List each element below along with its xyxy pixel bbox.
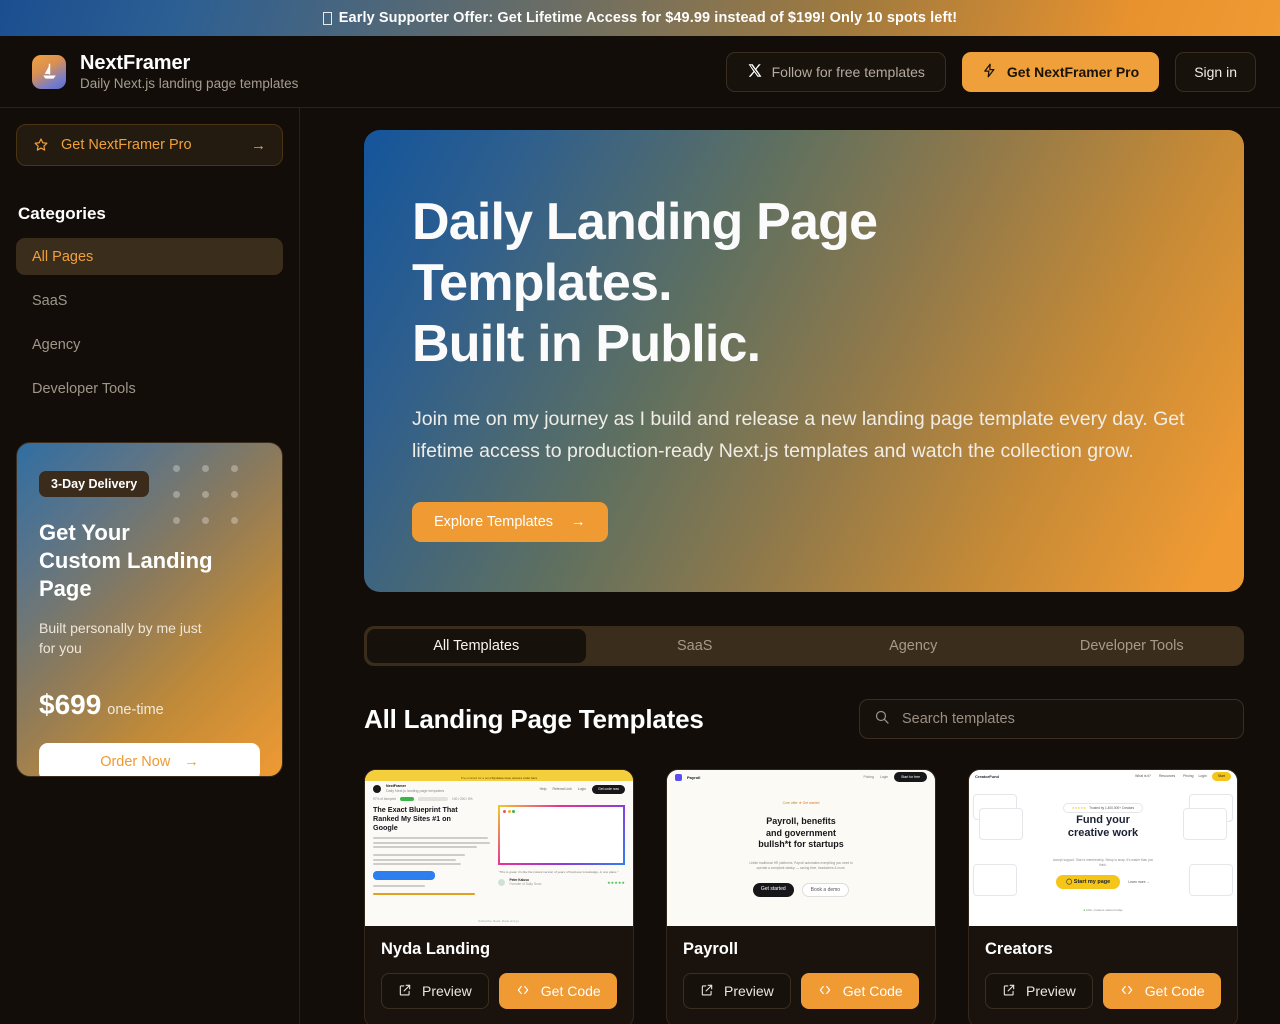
tab-all-templates[interactable]: All Templates bbox=[367, 629, 586, 663]
preview-button[interactable]: Preview bbox=[985, 973, 1093, 1009]
promo-description: Built personally by me just for you bbox=[39, 620, 202, 657]
promo-card: 3-Day Delivery Get Your Custom Landing P… bbox=[16, 442, 283, 777]
template-thumbnail: CreatorFund What is it? Resources Pricing … bbox=[969, 770, 1237, 926]
sidebar: Get NextFramer Pro → Categories All Page… bbox=[0, 108, 300, 1024]
tab-saas[interactable]: SaaS bbox=[586, 629, 805, 663]
hero-title: Daily Landing Page Templates. Built in P… bbox=[412, 192, 1196, 374]
missing-glyph-box-icon bbox=[322, 11, 332, 25]
order-now-button[interactable]: Order Now → bbox=[39, 742, 260, 776]
get-code-button[interactable]: Get Code bbox=[800, 973, 919, 1009]
section-header: All Landing Page Templates bbox=[364, 699, 1244, 739]
hero-title-line-2: Templates. bbox=[412, 253, 673, 312]
explore-templates-label: Explore Templates bbox=[434, 513, 554, 530]
sailboat-icon bbox=[32, 54, 66, 89]
code-brackets-icon bbox=[817, 983, 833, 1000]
code-brackets-icon bbox=[1119, 983, 1135, 1000]
get-code-label: Get Code bbox=[1144, 983, 1205, 999]
page-title: All Landing Page Templates bbox=[364, 703, 704, 734]
arrow-right-icon: → bbox=[251, 136, 266, 154]
brand-subtitle: Daily Next.js landing page templates bbox=[80, 76, 299, 91]
follow-button[interactable]: Follow for free templates bbox=[725, 51, 946, 92]
promo-price-note: one-time bbox=[107, 701, 164, 718]
sidebar-get-pro-button[interactable]: Get NextFramer Pro → bbox=[16, 124, 283, 166]
external-link-icon bbox=[1002, 983, 1016, 1000]
template-card[interactable]: Payroll Pricing Login Start for free Core… bbox=[666, 769, 936, 1024]
preview-label: Preview bbox=[422, 983, 472, 999]
sign-in-label: Sign in bbox=[1194, 63, 1237, 80]
hero-description: Join me on my journey as I build and rel… bbox=[412, 408, 1185, 463]
tab-label: Developer Tools bbox=[1079, 638, 1184, 654]
get-pro-button[interactable]: Get NextFramer Pro bbox=[961, 51, 1160, 92]
template-card-title: Creators bbox=[985, 940, 1053, 958]
promo-price: $699 bbox=[39, 688, 102, 720]
sidebar-item-all-pages[interactable]: All Pages bbox=[16, 238, 283, 275]
arrow-right-icon: → bbox=[184, 753, 199, 770]
template-card-title: Nyda Landing bbox=[381, 940, 491, 958]
tab-label: SaaS bbox=[677, 638, 713, 654]
promo-heading: Get Your Custom Landing Page bbox=[39, 520, 213, 602]
template-card-actions: Preview Get Code bbox=[985, 973, 1221, 1009]
sidebar-get-pro-label: Get NextFramer Pro bbox=[61, 137, 192, 153]
sidebar-item-developer-tools[interactable]: Developer Tools bbox=[16, 370, 283, 407]
template-card[interactable]: CreatorFund What is it? Resources Pricing … bbox=[968, 769, 1238, 1024]
promo-badge: 3-Day Delivery bbox=[39, 471, 150, 497]
tab-developer-tools[interactable]: Developer Tools bbox=[1023, 629, 1242, 663]
page-shell: Get NextFramer Pro → Categories All Page… bbox=[0, 108, 1280, 1024]
announcement-text: Early Supporter Offer: Get Lifetime Acce… bbox=[338, 10, 958, 26]
hero-title-line-3: Built in Public. bbox=[412, 314, 761, 373]
sidebar-item-label: All Pages bbox=[32, 248, 94, 265]
get-code-label: Get Code bbox=[842, 983, 903, 999]
template-card-grid: Pre-contract for a post-Sysbase now, acc… bbox=[364, 769, 1244, 1024]
search-box[interactable] bbox=[859, 699, 1244, 739]
preview-label: Preview bbox=[1026, 983, 1076, 999]
tab-agency[interactable]: Agency bbox=[804, 629, 1023, 663]
template-card-title: Payroll bbox=[683, 940, 739, 958]
lightning-bolt-icon bbox=[982, 63, 997, 81]
preview-button[interactable]: Preview bbox=[381, 973, 489, 1009]
external-link-icon bbox=[700, 983, 714, 1000]
follow-button-label: Follow for free templates bbox=[771, 63, 925, 80]
sign-in-button[interactable]: Sign in bbox=[1175, 51, 1256, 92]
get-code-button[interactable]: Get Code bbox=[1102, 973, 1221, 1009]
main-content: Daily Landing Page Templates. Built in P… bbox=[300, 108, 1280, 1024]
preview-label: Preview bbox=[724, 983, 774, 999]
hero-section: Daily Landing Page Templates. Built in P… bbox=[364, 130, 1244, 592]
site-header: NextFramer Daily Next.js landing page te… bbox=[0, 36, 1280, 108]
promo-price-row: $699 one-time bbox=[39, 689, 260, 721]
sidebar-item-label: SaaS bbox=[32, 292, 68, 309]
sidebar-item-label: Developer Tools bbox=[32, 380, 136, 397]
sidebar-item-label: Agency bbox=[32, 336, 81, 353]
arrow-right-icon: → bbox=[571, 513, 586, 530]
search-icon bbox=[874, 709, 890, 730]
brand-title: NextFramer bbox=[80, 52, 191, 74]
template-thumbnail: Payroll Pricing Login Start for free Core… bbox=[667, 770, 935, 926]
get-code-button[interactable]: Get Code bbox=[498, 973, 617, 1009]
brand[interactable]: NextFramer Daily Next.js landing page te… bbox=[32, 52, 298, 91]
template-card-actions: Preview Get Code bbox=[683, 973, 919, 1009]
header-actions: Follow for free templates Get NextFramer… bbox=[725, 51, 1256, 92]
tab-label: Agency bbox=[889, 638, 938, 654]
category-tabs: All Templates SaaS Agency Developer Tool… bbox=[364, 626, 1244, 666]
template-card-actions: Preview Get Code bbox=[381, 973, 617, 1009]
sidebar-item-saas[interactable]: SaaS bbox=[16, 282, 283, 319]
template-card[interactable]: Pre-contract for a post-Sysbase now, acc… bbox=[364, 769, 634, 1024]
order-now-label: Order Now bbox=[100, 753, 171, 770]
sidebar-item-agency[interactable]: Agency bbox=[16, 326, 283, 363]
categories-title: Categories bbox=[18, 204, 106, 223]
external-link-icon bbox=[398, 983, 412, 1000]
get-code-label: Get Code bbox=[540, 983, 601, 999]
preview-button[interactable]: Preview bbox=[683, 973, 791, 1009]
explore-templates-button[interactable]: Explore Templates → bbox=[412, 501, 608, 542]
announcement-banner: Early Supporter Offer: Get Lifetime Acce… bbox=[0, 0, 1280, 36]
x-twitter-icon bbox=[747, 63, 762, 81]
get-pro-label: Get NextFramer Pro bbox=[1006, 63, 1140, 80]
search-input[interactable] bbox=[902, 711, 1229, 727]
template-thumbnail: Pre-contract for a post-Sysbase now, acc… bbox=[365, 770, 633, 926]
code-brackets-icon bbox=[515, 983, 531, 1000]
tab-label: All Templates bbox=[433, 638, 520, 654]
star-icon bbox=[33, 137, 49, 153]
hero-title-line-1: Daily Landing Page bbox=[412, 193, 878, 251]
